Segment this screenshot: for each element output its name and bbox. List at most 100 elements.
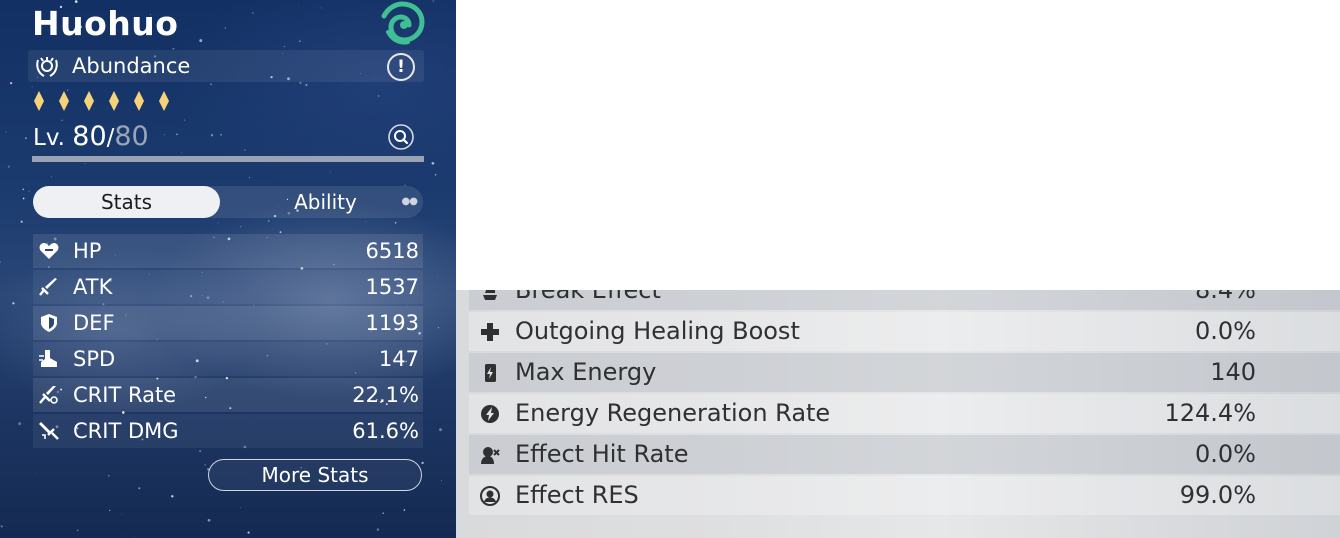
background-star — [394, 222, 397, 224]
background-star — [249, 177, 250, 179]
tab-ability[interactable]: Ability — [228, 186, 423, 218]
tab-decoration: ●● — [401, 196, 418, 207]
background-star — [107, 474, 110, 477]
detail-stat-label: Energy Regeneration Rate — [515, 399, 831, 427]
detail-stat-value: 99.0% — [1179, 481, 1256, 509]
stat-row-crit-rate: CRIT Rate 22.1% — [33, 378, 423, 412]
level-current: 80 — [72, 121, 107, 152]
background-star — [439, 428, 442, 432]
stat-value: 6518 — [365, 239, 419, 263]
background-star — [9, 81, 13, 85]
stat-value: 22.1% — [352, 383, 419, 407]
more-stats-button[interactable]: More Stats — [208, 459, 422, 491]
background-star — [84, 163, 86, 164]
background-star — [217, 222, 219, 224]
detail-stat-row-effect-res: Effect RES 99.0% — [469, 476, 1340, 515]
detail-stat-row-break-effect: Break Effect 8.4% — [469, 290, 1340, 310]
background-star — [431, 161, 435, 165]
background-star — [377, 95, 380, 97]
background-star — [224, 27, 226, 29]
wind-element-icon — [381, 1, 425, 45]
background-star — [283, 45, 286, 48]
background-star — [199, 39, 203, 43]
background-star — [207, 518, 211, 522]
detail-stat-label: Effect Hit Rate — [515, 440, 689, 468]
stats-list: HP 6518 ATK 1537 DEF 1193 SPD 147 CRIT R… — [33, 234, 423, 450]
detail-stat-label: Outgoing Healing Boost — [515, 317, 800, 345]
background-star — [365, 221, 367, 223]
background-star — [25, 137, 27, 140]
background-star — [0, 525, 3, 528]
heart-icon — [39, 243, 59, 259]
stat-row-atk: ATK 1537 — [33, 270, 423, 304]
path-name: Abundance — [72, 54, 191, 78]
stat-row-spd: SPD 147 — [33, 342, 423, 376]
background-star — [320, 7, 322, 9]
background-star — [279, 231, 282, 233]
background-star — [74, 0, 78, 3]
path-row: Abundance ! — [28, 50, 424, 82]
background-star — [421, 461, 424, 465]
stat-value: 61.6% — [352, 419, 419, 443]
stat-value: 147 — [378, 347, 419, 371]
eidolon-diamond-icon — [134, 91, 144, 111]
background-star — [299, 81, 302, 85]
background-star — [382, 512, 384, 514]
background-star — [440, 480, 443, 482]
background-star — [28, 190, 30, 192]
background-star — [138, 487, 141, 490]
exclamation-circle-icon[interactable]: ! — [387, 53, 415, 81]
character-name: Huohuo — [32, 4, 179, 43]
eidolon-indicators — [34, 91, 179, 111]
sword-icon — [39, 278, 57, 296]
background-star — [210, 133, 214, 137]
detail-stat-row-effect-hit-rate: Effect Hit Rate 0.0% — [469, 435, 1340, 474]
background-star — [305, 84, 308, 86]
background-star — [240, 226, 242, 228]
shield-icon — [41, 314, 57, 332]
background-star — [330, 171, 331, 173]
detail-stat-row-max-energy: Max Energy 140 — [469, 353, 1340, 392]
background-star — [298, 40, 301, 43]
abundance-path-icon — [36, 57, 58, 77]
detail-stat-value: 0.0% — [1195, 440, 1256, 468]
detailed-stats-panel: Break Effect 8.4% Outgoing Healing Boost… — [456, 290, 1340, 538]
background-star — [252, 12, 254, 14]
stat-label: HP — [73, 239, 102, 263]
background-star — [437, 276, 438, 278]
background-star — [0, 261, 1, 263]
crit-dmg-icon — [39, 422, 59, 440]
background-star — [163, 134, 165, 136]
background-star — [268, 220, 270, 222]
background-star — [183, 119, 186, 121]
stat-label: CRIT Rate — [73, 383, 177, 407]
background-star — [204, 463, 207, 466]
detail-stats-list[interactable]: Break Effect 8.4% Outgoing Healing Boost… — [469, 290, 1340, 517]
background-star — [220, 134, 222, 136]
background-star — [176, 133, 178, 135]
eidolon-diamond-icon — [109, 91, 119, 111]
background-star — [210, 83, 212, 86]
tab-stats[interactable]: Stats — [33, 186, 220, 218]
background-star — [20, 220, 23, 223]
level-display: Lv. 80/80 — [33, 120, 149, 155]
detail-stat-row-healing-boost: Outgoing Healing Boost 0.0% — [469, 312, 1340, 351]
effect-hit-icon — [481, 447, 500, 464]
energy-regen-icon — [481, 405, 499, 423]
background-star — [434, 173, 437, 176]
stat-row-crit-dmg: CRIT DMG 61.6% — [33, 414, 423, 448]
background-star — [22, 197, 25, 200]
detail-stat-value: 140 — [1210, 358, 1256, 386]
eidolon-diamond-icon — [84, 91, 94, 111]
background-star — [7, 165, 10, 168]
detail-stat-label: Break Effect — [515, 290, 661, 304]
background-star — [437, 327, 440, 329]
background-star — [5, 131, 7, 133]
level-progress-bar — [32, 156, 424, 162]
background-star — [199, 450, 201, 452]
character-stats-panel: Huohuo Abundance ! Lv. 80/80 Stats Abili… — [0, 0, 456, 538]
eidolon-diamond-icon — [34, 91, 44, 111]
stat-label: ATK — [73, 275, 113, 299]
background-star — [247, 531, 250, 534]
magnifier-icon[interactable] — [388, 124, 414, 150]
